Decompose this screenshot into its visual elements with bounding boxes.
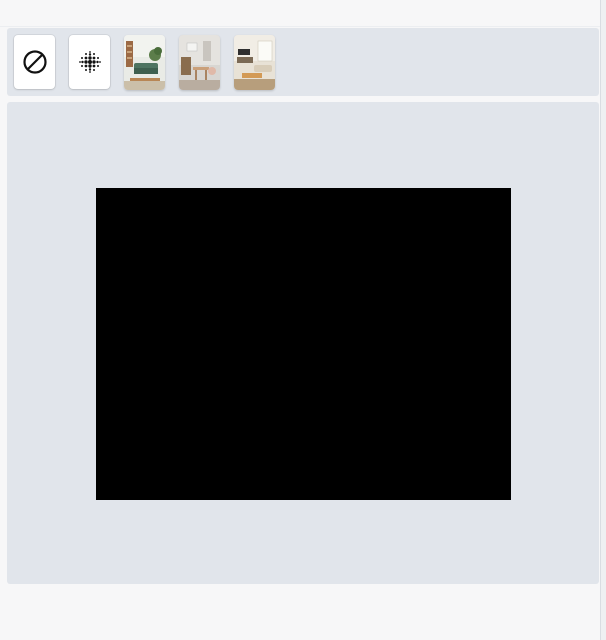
- living-room-green-sofa-thumbnail[interactable]: [124, 34, 165, 90]
- background-effects-panel: [0, 0, 606, 640]
- no-effect-button[interactable]: [14, 35, 55, 89]
- no-effect-icon: [22, 50, 47, 74]
- blur-effect-button[interactable]: [69, 35, 110, 89]
- scrollbar-track[interactable]: [600, 0, 606, 640]
- halftone-blur-icon: [78, 51, 101, 73]
- bright-living-room-thumbnail[interactable]: [234, 34, 275, 90]
- dining-room-thumbnail[interactable]: [179, 34, 220, 90]
- preview-stage: [7, 102, 599, 584]
- background-toolbar: [7, 28, 599, 96]
- video-preview: [96, 188, 511, 500]
- top-bar: [0, 0, 606, 27]
